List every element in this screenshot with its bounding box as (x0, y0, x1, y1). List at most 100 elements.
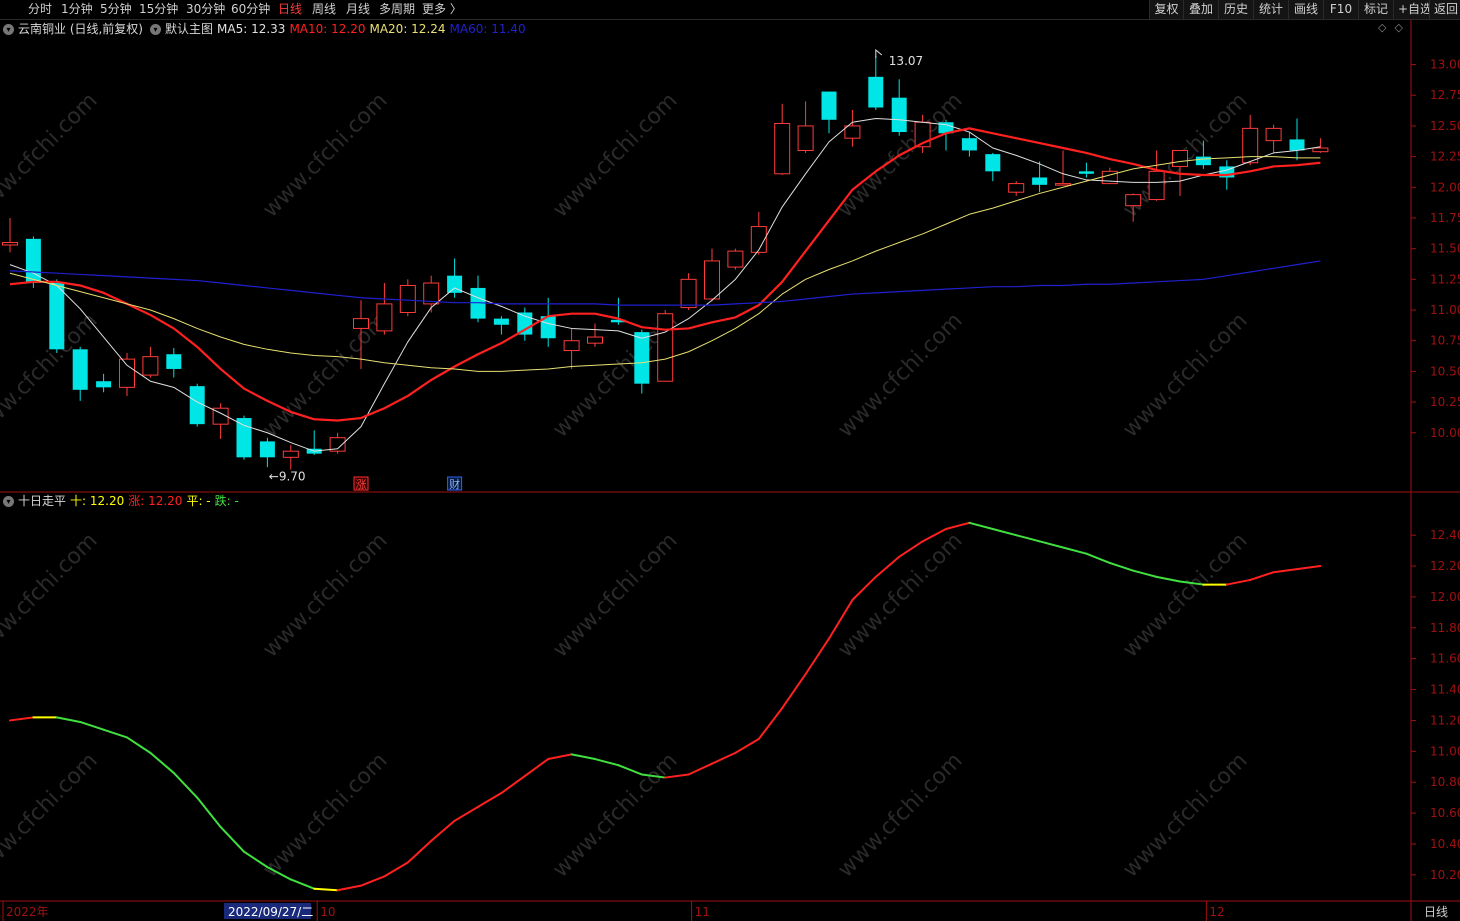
candle-body-down (166, 354, 182, 369)
candle-body-down (891, 97, 907, 133)
sub-indicator-segment (453, 805, 479, 822)
sub-indicator-segment (898, 540, 924, 558)
sub-indicator-segment (968, 521, 994, 530)
watermark-text: www.cfchi.com (548, 88, 682, 222)
candle-body-up (1125, 194, 1142, 207)
candle-body-up (1242, 127, 1259, 164)
price-tick-label: 10.75 (1430, 334, 1460, 348)
watermark-text: www.cfchi.com (1118, 528, 1252, 662)
sub-indicator-segment (1225, 578, 1252, 586)
price-tick-label: 13.00 (1430, 58, 1460, 72)
sub-indicator-segment (196, 796, 222, 828)
candle-body-up (376, 303, 393, 332)
price-tick-label: 11.00 (1430, 303, 1460, 317)
candle-body-up (727, 250, 744, 268)
sub-tick-label: 12.20 (1430, 559, 1460, 573)
candle-body-up (680, 278, 697, 309)
watermark-text: www.cfchi.com (833, 748, 967, 882)
sub-indicator-segment (617, 764, 643, 776)
candle-body-up (797, 125, 814, 151)
candle-body-down (961, 138, 977, 151)
price-tick-label: 10.25 (1430, 395, 1460, 409)
candle-body-down (1032, 177, 1048, 185)
candle-body-down (72, 349, 88, 390)
candle-body-up (119, 358, 135, 388)
sub-indicator-segment (102, 728, 128, 739)
sub-indicator-segment (149, 751, 175, 774)
sub-indicator-segment (874, 555, 901, 578)
candle-body-down (189, 386, 205, 425)
sub-indicator-segment (570, 753, 596, 761)
sub-indicator-segment (172, 771, 199, 799)
sub-indicator-segment (945, 521, 971, 530)
price-tick-label: 10.50 (1430, 364, 1460, 378)
watermark-text: www.cfchi.com (258, 528, 392, 662)
ma-line-ma5 (9, 118, 1321, 452)
candle-body-up (774, 122, 791, 175)
sub-tick-label: 10.20 (1430, 868, 1460, 882)
high-marker-arrow (875, 48, 883, 58)
sub-tick-label: 11.20 (1430, 713, 1460, 727)
watermark-text: www.cfchi.com (0, 748, 103, 882)
watermark-text: www.cfchi.com (258, 308, 392, 442)
event-badge-label: 财 (449, 477, 460, 491)
sub-indicator-segment (55, 716, 82, 723)
candle-body-up (704, 260, 720, 300)
sub-indicator-segment (313, 887, 339, 892)
sub-tick-label: 11.60 (1430, 652, 1460, 666)
sub-indicator-segment (734, 737, 760, 754)
candle-body-down (96, 381, 112, 388)
sub-indicator-segment (219, 825, 245, 853)
candle-body-up (1148, 170, 1165, 201)
sub-indicator-segment (477, 792, 503, 808)
chart-canvas[interactable]: www.cfchi.com www.cfchi.com www.cfchi.com w… (0, 0, 1460, 921)
date-tick-label: 10 (320, 905, 335, 919)
sub-indicator-segment (383, 861, 409, 878)
candle-body-down (1195, 156, 1211, 166)
event-badge-label: 涨 (356, 478, 367, 491)
crosshair-date-label: 2022/09/27/二 (228, 905, 313, 919)
sub-indicator-segment (547, 753, 573, 761)
sub-indicator-segment (1132, 569, 1158, 578)
watermark-text: www.cfchi.com (1118, 308, 1252, 442)
sub-indicator-segment (804, 637, 830, 676)
sub-indicator-segment (1296, 565, 1322, 571)
watermark-text: www.cfchi.com (258, 748, 392, 882)
ma-line-ma60 (9, 260, 1321, 306)
candle-body-up (353, 318, 369, 329)
watermark-text: www.cfchi.com (258, 88, 392, 222)
sub-indicator-segment (126, 736, 152, 754)
sub-indicator-segment (1062, 546, 1088, 555)
candle-body-down (634, 332, 650, 384)
sub-indicator-segment (781, 673, 807, 710)
watermark-text: www.cfchi.com (0, 528, 103, 662)
period-label: 日线 (1424, 905, 1448, 919)
watermark-text: www.cfchi.com (0, 88, 103, 222)
sub-indicator-segment (406, 839, 433, 864)
watermark-text: www.cfchi.com (833, 528, 967, 662)
candle-body-up (563, 340, 580, 352)
sub-indicator-segment (687, 762, 713, 776)
candle-body-down (259, 441, 275, 458)
sub-indicator-segment (711, 751, 737, 765)
sub-indicator-segment (430, 819, 456, 842)
sub-indicator-segment (289, 878, 316, 890)
watermark-text: www.cfchi.com (548, 528, 682, 662)
sub-indicator-segment (360, 875, 386, 887)
candle-body-down (1289, 139, 1305, 151)
price-tick-label: 12.25 (1430, 150, 1460, 164)
price-tick-label: 11.25 (1430, 272, 1460, 286)
candle-body-up (1008, 183, 1025, 193)
candle-body-down (236, 418, 252, 458)
price-tick-label: 11.50 (1430, 242, 1460, 256)
candle-body-down (821, 91, 837, 120)
sub-indicator-segment (1272, 568, 1298, 574)
sub-indicator-segment (757, 707, 784, 740)
watermark-text: www.cfchi.com (833, 308, 967, 442)
sub-indicator-segment (9, 716, 35, 722)
sub-indicator-segment (991, 527, 1018, 537)
price-tick-label: 12.00 (1430, 180, 1460, 194)
sub-tick-label: 10.80 (1430, 775, 1460, 789)
sub-indicator-segment (1085, 552, 1111, 564)
sub-indicator-segment (1108, 561, 1135, 572)
